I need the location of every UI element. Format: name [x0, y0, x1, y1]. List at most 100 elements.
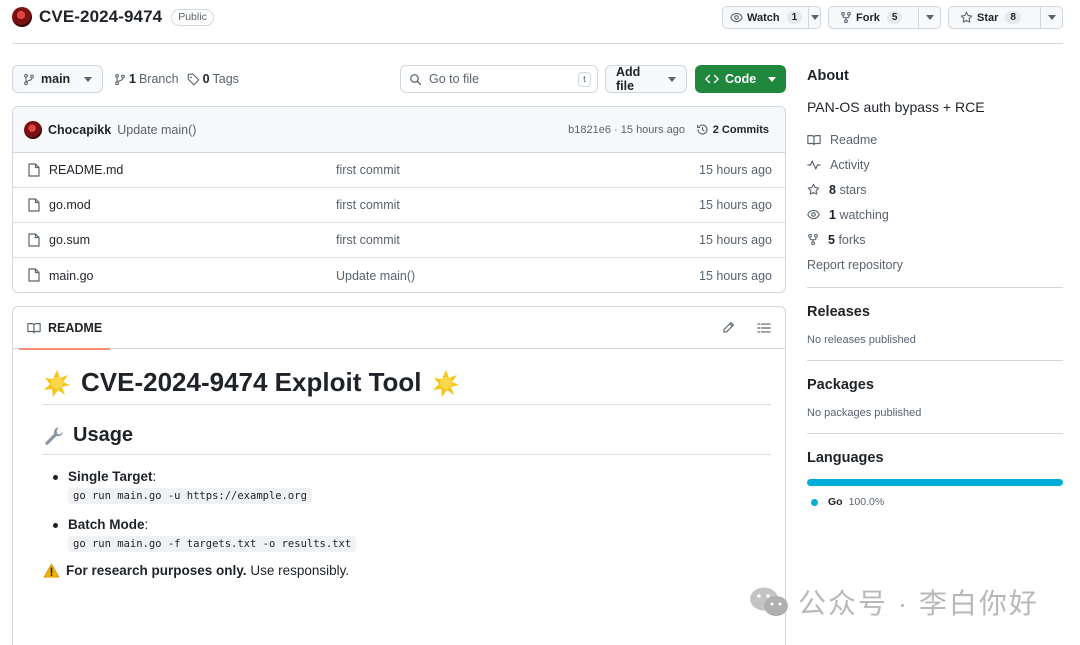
- list-item: Single Target: go run main.go -u https:/…: [53, 469, 771, 504]
- packages-empty: No packages published: [807, 407, 922, 419]
- file-commit-message[interactable]: first commit: [336, 163, 400, 177]
- history-icon: [696, 123, 709, 136]
- watch-button-group: Watch 1: [722, 6, 821, 29]
- releases-heading[interactable]: Releases: [807, 304, 1063, 320]
- star-button[interactable]: Star 8: [949, 7, 1040, 28]
- fork-count: 5: [886, 11, 903, 24]
- caret-down-icon: [1047, 15, 1056, 20]
- file-commit-message[interactable]: first commit: [336, 198, 400, 212]
- outline-list-icon[interactable]: [757, 321, 771, 334]
- star-icon: [807, 183, 820, 196]
- fork-button[interactable]: Fork 5: [829, 7, 918, 28]
- packages-heading[interactable]: Packages: [807, 377, 1063, 393]
- star-count: 8: [1005, 11, 1021, 24]
- commits-count: 2 Commits: [712, 123, 769, 136]
- caret-down-icon: [925, 15, 934, 20]
- forks-count: 5: [828, 232, 835, 247]
- research-note: For research purposes only. Use responsi…: [43, 563, 771, 578]
- file-row[interactable]: go.sum first commit 15 hours ago: [13, 223, 785, 258]
- pencil-icon[interactable]: [722, 321, 735, 334]
- tags-link[interactable]: 0 Tags: [187, 72, 239, 86]
- file-time: 15 hours ago: [699, 163, 772, 177]
- commit-author[interactable]: Chocapikk: [48, 123, 111, 137]
- go-to-file-input[interactable]: Go to file t: [400, 65, 598, 93]
- author-avatar[interactable]: [24, 120, 42, 139]
- star-button-group: Star 8: [948, 6, 1063, 29]
- language-bar: [807, 479, 1063, 486]
- readme-content: CVE-2024-9474 Exploit Tool Usage Single …: [43, 367, 771, 578]
- repo-name[interactable]: CVE-2024-9474: [39, 7, 162, 27]
- file-name[interactable]: go.mod: [49, 198, 91, 212]
- file-commit-message[interactable]: first commit: [336, 233, 400, 247]
- activity-link[interactable]: Activity: [807, 152, 1063, 177]
- about-links: Readme Activity 8 stars 1 watching 5 for…: [807, 127, 1063, 277]
- file-time: 15 hours ago: [699, 268, 772, 283]
- file-name[interactable]: go.sum: [49, 233, 90, 247]
- tags-count: 0: [202, 72, 210, 86]
- readme-link[interactable]: Readme: [807, 127, 1063, 152]
- commits-link[interactable]: 2 Commits: [696, 123, 769, 136]
- stars-link[interactable]: 8 stars: [807, 177, 1063, 202]
- divider: [807, 360, 1063, 361]
- fork-icon: [807, 233, 819, 246]
- divider: [807, 433, 1063, 434]
- file-row[interactable]: main.go Update main() 15 hours ago: [13, 258, 785, 292]
- about-description: PAN-OS auth bypass + RCE: [807, 99, 985, 115]
- watch-button[interactable]: Watch 1: [723, 7, 808, 28]
- sparkle-icon: [432, 369, 460, 397]
- repo-header: CVE-2024-9474 Public Watch 1 Fork 5 Star…: [12, 6, 1063, 44]
- file-name[interactable]: main.go: [49, 269, 93, 283]
- language-item[interactable]: Go 100.0%: [807, 496, 1063, 508]
- file-name[interactable]: README.md: [49, 163, 123, 177]
- search-icon: [409, 73, 422, 86]
- caret-down-icon: [84, 76, 92, 82]
- single-target-command: go run main.go -u https://example.org: [68, 488, 312, 504]
- code-button[interactable]: Code: [695, 65, 786, 93]
- branch-selector[interactable]: main: [12, 65, 103, 93]
- file-commit-message[interactable]: Update main(): [336, 269, 415, 283]
- tab-readme[interactable]: README: [19, 307, 111, 350]
- file-row[interactable]: go.mod first commit 15 hours ago: [13, 188, 785, 223]
- file-row[interactable]: README.md first commit 15 hours ago: [13, 153, 785, 188]
- activity-link-label: Activity: [830, 157, 870, 172]
- fork-dropdown[interactable]: [918, 7, 940, 28]
- watching-link[interactable]: 1 watching: [807, 202, 1063, 227]
- branch-label: Branch: [138, 72, 179, 86]
- languages-heading: Languages: [807, 450, 884, 466]
- add-file-button[interactable]: Add file: [605, 65, 687, 93]
- note-bold: For research purposes only.: [66, 563, 247, 578]
- fork-label: Fork: [856, 11, 880, 24]
- usage-heading: Usage: [43, 421, 771, 455]
- caret-down-icon: [810, 15, 819, 20]
- commit-hash-time[interactable]: b1821e6 · 15 hours ago: [568, 124, 685, 136]
- branch-meta: 1 Branch 0 Tags: [114, 65, 239, 93]
- readme-panel: README CVE-2024-9474 Exploit Tool Usage …: [12, 306, 786, 645]
- watching-count: 1: [829, 207, 836, 222]
- language-percent: 100.0%: [848, 496, 885, 508]
- about-heading: About: [807, 68, 849, 84]
- star-icon: [960, 11, 973, 24]
- wrench-icon: [43, 425, 65, 447]
- book-icon: [807, 134, 821, 146]
- note-text: Use responsibly.: [246, 563, 350, 578]
- caret-down-icon: [668, 76, 676, 82]
- batch-mode-command: go run main.go -f targets.txt -o results…: [68, 536, 357, 552]
- report-repository-link[interactable]: Report repository: [807, 252, 1063, 277]
- branch-name: main: [41, 72, 71, 86]
- forks-label: forks: [838, 232, 866, 247]
- warning-icon: [43, 563, 60, 578]
- watch-label: Watch: [747, 11, 780, 24]
- star-dropdown[interactable]: [1040, 7, 1062, 28]
- latest-commit-row: Chocapikk Update main() b1821e6 · 15 hou…: [13, 107, 785, 153]
- owner-avatar[interactable]: [12, 7, 32, 27]
- forks-link[interactable]: 5 forks: [807, 227, 1063, 252]
- commit-message[interactable]: Update main(): [117, 123, 196, 137]
- code-label: Code: [725, 72, 757, 86]
- stars-count: 8: [829, 182, 836, 197]
- branches-link[interactable]: 1 Branch: [114, 72, 179, 86]
- file-time: 15 hours ago: [699, 233, 772, 247]
- divider: [807, 287, 1063, 288]
- add-file-label: Add file: [616, 65, 641, 93]
- watch-dropdown[interactable]: [808, 7, 820, 28]
- readme-title: CVE-2024-9474 Exploit Tool: [43, 367, 771, 405]
